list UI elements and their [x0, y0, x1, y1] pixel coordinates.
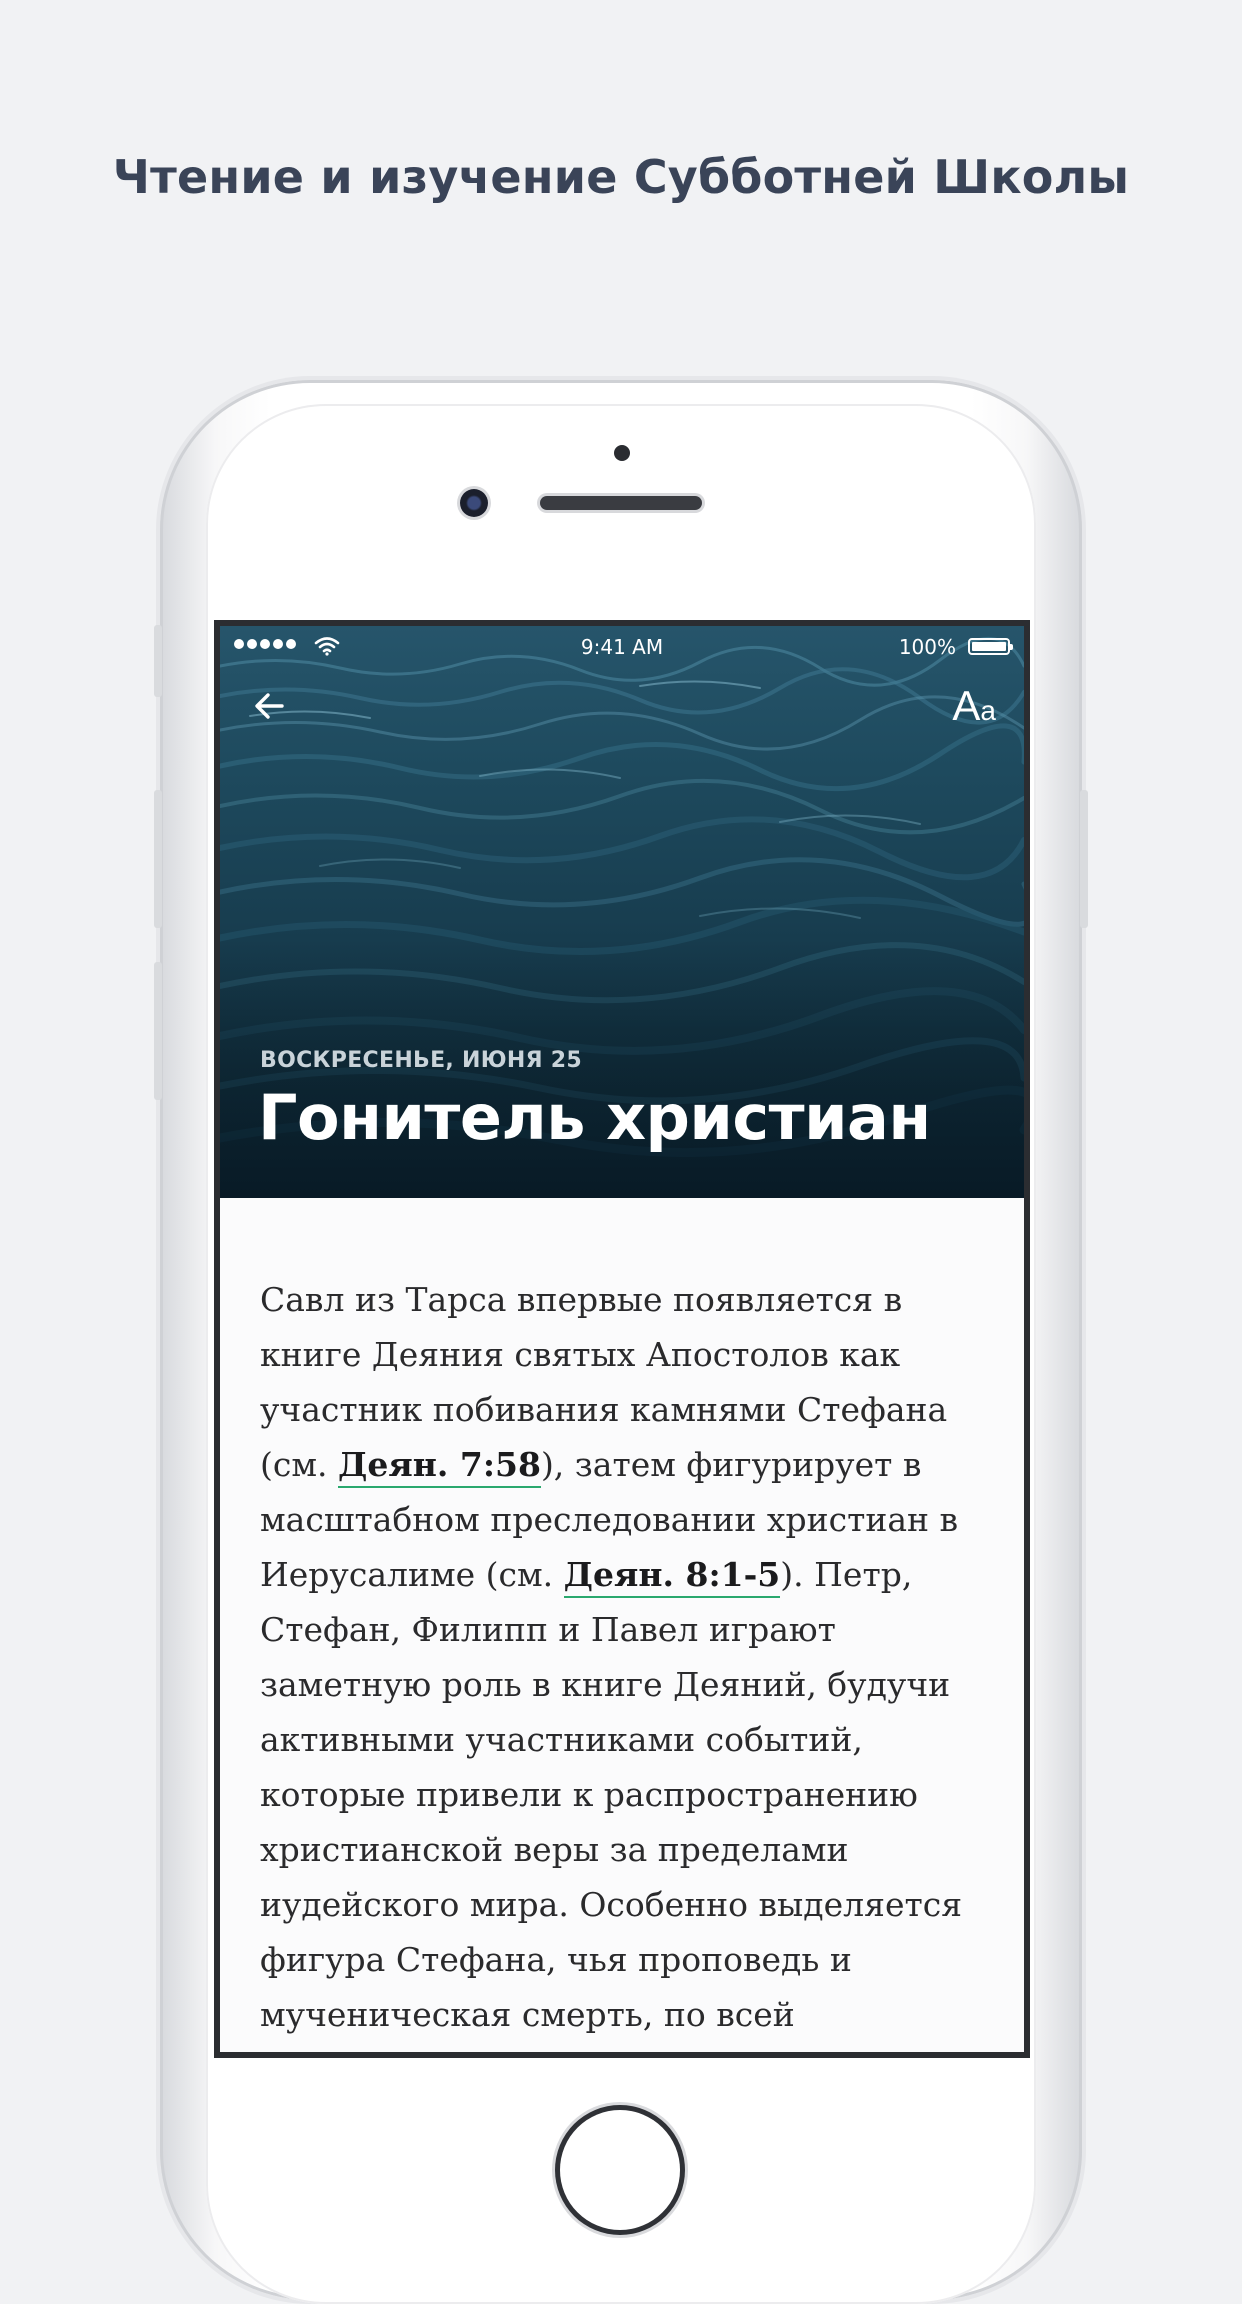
- lesson-hero: 9:41 AM 100% Aa ВОСКРЕСЕНЬЕ, ИЮНЯ 25 Гон…: [220, 626, 1024, 1198]
- status-bar: 9:41 AM 100%: [220, 626, 1024, 666]
- phone-screen: 9:41 AM 100% Aa ВОСКРЕСЕНЬЕ, ИЮНЯ 25 Гон…: [214, 620, 1030, 2058]
- back-button[interactable]: [248, 684, 292, 728]
- text-line: фигура Стефана, чья проповедь и: [260, 1940, 852, 1979]
- lesson-body-text: Савл из Тарса впервые появляется в книге…: [260, 1272, 1000, 2042]
- text-line: активными участниками событий,: [260, 1720, 863, 1759]
- lesson-date: ВОСКРЕСЕНЬЕ, ИЮНЯ 25: [260, 1048, 583, 1073]
- text-line: которые привели к распространению: [260, 1775, 918, 1814]
- text-line: (см. Деян. 7:58), затем фигурирует в: [260, 1437, 1000, 1492]
- earpiece-speaker: [540, 496, 702, 510]
- text-line: Стефан, Филипп и Павел играют: [260, 1610, 836, 1649]
- text-line: заметную роль в книге Деяний, будучи: [260, 1665, 951, 1704]
- font-settings-button[interactable]: Aa: [952, 682, 996, 732]
- proximity-sensor: [614, 445, 630, 461]
- text-line: Савл из Тарса впервые появляется в: [260, 1280, 903, 1319]
- bible-reference-link[interactable]: Деян. 8:1-5: [563, 1555, 781, 1598]
- battery-percentage: 100%: [898, 635, 956, 659]
- text-line: христианской веры за пределами: [260, 1830, 849, 1869]
- text-fragment: Иерусалиме (см.: [260, 1555, 564, 1594]
- text-fragment: ). Петр,: [780, 1555, 913, 1594]
- lesson-title: Гонитель христиан: [258, 1081, 931, 1154]
- text-line: Иерусалиме (см. Деян. 8:1-5). Петр,: [260, 1547, 1000, 1602]
- text-fragment: (см.: [260, 1445, 339, 1484]
- home-button[interactable]: [560, 2110, 680, 2230]
- power-button: [1080, 790, 1088, 928]
- bible-reference-link[interactable]: Деян. 7:58: [338, 1445, 541, 1488]
- volume-up-button: [154, 790, 162, 928]
- front-camera: [460, 489, 488, 517]
- text-line: участник побивания камнями Стефана: [260, 1390, 948, 1429]
- font-size-icon-small: a: [980, 695, 996, 726]
- text-line: иудейского мира. Особенно выделяется: [260, 1885, 963, 1924]
- text-fragment: ), затем фигурирует в: [540, 1445, 922, 1484]
- text-line: мученическая смерть, по всей: [260, 1995, 795, 2034]
- app-view: 9:41 AM 100% Aa ВОСКРЕСЕНЬЕ, ИЮНЯ 25 Гон…: [220, 626, 1024, 2052]
- arrow-left-icon: [255, 693, 284, 719]
- text-line: масштабном преследовании христиан в: [260, 1500, 959, 1539]
- font-size-icon-large: A: [952, 682, 981, 729]
- page-headline: Чтение и изучение Субботней Школы: [112, 150, 1130, 204]
- mute-switch: [154, 625, 162, 697]
- volume-down-button: [154, 962, 162, 1100]
- text-line: книге Деяния святых Апостолов как: [260, 1335, 901, 1374]
- battery-icon: [968, 638, 1013, 655]
